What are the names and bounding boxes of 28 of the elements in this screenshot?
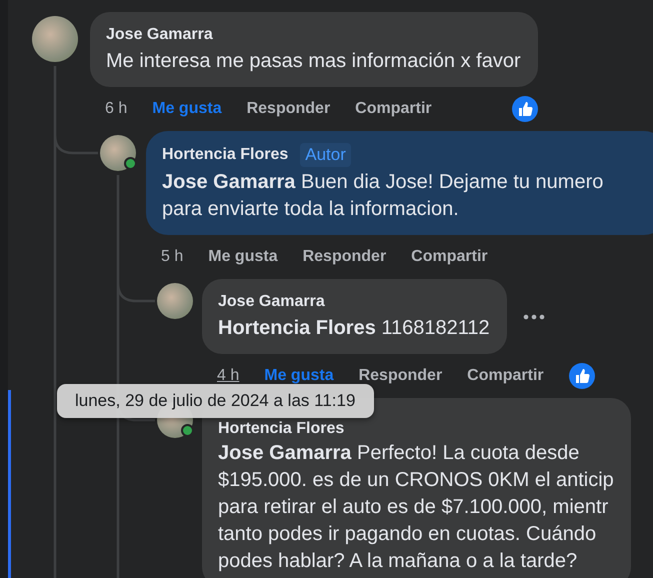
author-badge: Autor <box>300 143 351 167</box>
thumbs-up-icon[interactable] <box>512 96 538 122</box>
author-name[interactable]: Jose Gamarra <box>218 291 325 313</box>
avatar[interactable] <box>32 16 78 62</box>
avatar[interactable] <box>157 283 193 319</box>
timestamp-link[interactable]: 5 h <box>161 248 184 266</box>
share-link[interactable]: Compartir <box>467 367 544 385</box>
share-link[interactable]: Compartir <box>355 100 432 118</box>
reply-link[interactable]: Responder <box>302 248 386 266</box>
comment-text: Jose Gamarra Buen dia Jose! Dejame tu numero para enviarte toda la informacion. <box>162 170 604 222</box>
comment-text: Hortencia Flores 1168182112 <box>218 316 490 341</box>
thumbs-up-icon[interactable] <box>568 363 595 389</box>
reply-link[interactable]: Responder <box>246 100 330 118</box>
date-tooltip: lunes, 29 de julio de 2024 a las 11:19 <box>57 384 374 418</box>
comment-text: Jose Gamarra Perfecto! La cuota desde $195.000. es de un CRONOS 0KM el anticip para retirar el auto es de $7.100.000, mientr tanto podes ir pagando en cuotas. Cuándo podes hablar? A la mañana o a la tarde? <box>218 441 614 574</box>
comment-text: Me interesa me pasas mas información x favor <box>106 49 521 74</box>
more-options-icon[interactable] <box>522 314 545 320</box>
author-name[interactable]: Hortencia Flores <box>218 420 344 438</box>
timestamp-link[interactable]: 4 h <box>217 367 240 385</box>
like-link[interactable]: Me gusta <box>264 367 334 385</box>
share-link[interactable]: Compartir <box>411 248 488 266</box>
reply-link[interactable]: Responder <box>358 367 442 385</box>
like-link[interactable]: Me gusta <box>152 100 222 118</box>
avatar[interactable] <box>100 135 136 171</box>
timestamp-link[interactable]: 6 h <box>105 100 128 118</box>
like-link[interactable]: Me gusta <box>208 248 278 266</box>
author-name[interactable]: Hortencia Flores <box>162 144 288 166</box>
author-name[interactable]: Jose Gamarra <box>106 24 213 46</box>
